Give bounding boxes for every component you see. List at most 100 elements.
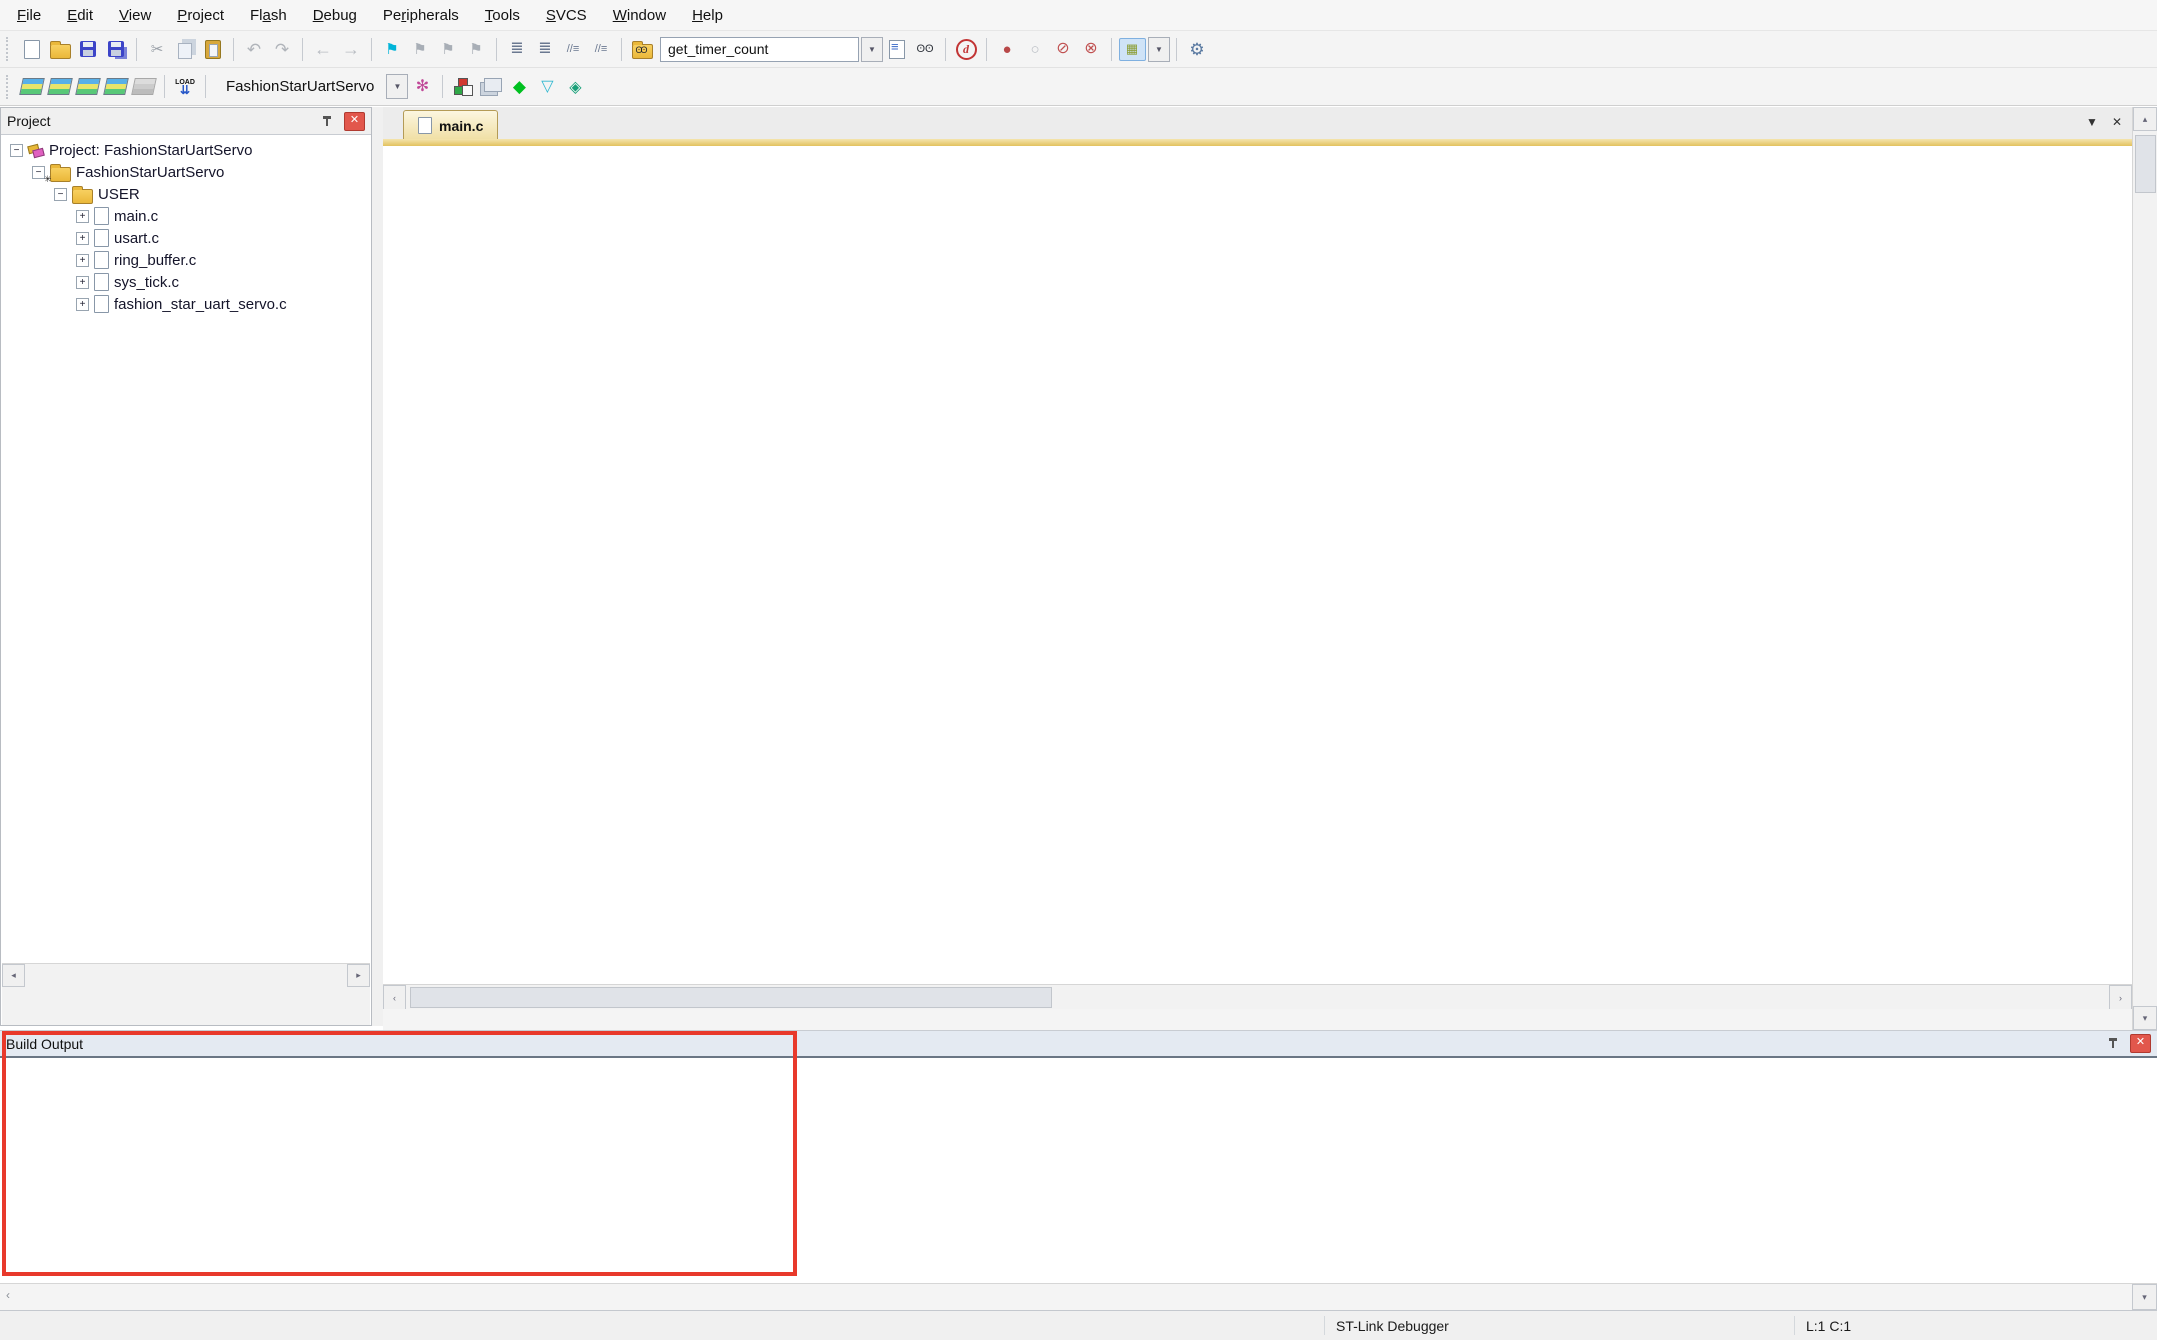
open-file-icon[interactable] bbox=[46, 36, 74, 63]
project-horizontal-scrollbar[interactable]: ◂ ▸ bbox=[2, 963, 370, 987]
clear-bookmarks-icon[interactable]: ⚑ bbox=[462, 36, 490, 63]
enable-disable-breakpoint-icon[interactable]: ○ bbox=[1021, 36, 1049, 63]
pack-installer-icon[interactable] bbox=[561, 73, 589, 100]
toolbar-grip[interactable] bbox=[6, 75, 12, 99]
editor-horizontal-scrollbar[interactable]: ‹ › bbox=[383, 984, 2132, 1010]
menu-help[interactable]: Help bbox=[679, 3, 736, 28]
menu-svcs[interactable]: SVCS bbox=[533, 3, 600, 28]
project-tree[interactable]: −Project: FashionStarUartServo−FashionSt… bbox=[2, 135, 370, 963]
tree-item-usart-c[interactable]: +usart.c bbox=[4, 227, 370, 249]
close-icon[interactable]: ✕ bbox=[2130, 1034, 2151, 1053]
tree-item-fashion-star-uart-servo-c[interactable]: +fashion_star_uart_servo.c bbox=[4, 293, 370, 315]
menu-file[interactable]: File bbox=[4, 3, 54, 28]
kill-all-breakpoints-icon[interactable]: ⊗ bbox=[1077, 36, 1105, 63]
start-stop-debug-icon[interactable] bbox=[952, 36, 980, 63]
manage-windows-icon[interactable] bbox=[477, 73, 505, 100]
manage-project-items-icon[interactable]: ◆ bbox=[505, 73, 533, 100]
collapse-icon[interactable]: − bbox=[54, 188, 67, 201]
pin-icon[interactable] bbox=[321, 115, 334, 128]
toggle-bookmark-icon[interactable]: ⚑ bbox=[378, 36, 406, 63]
redo-icon[interactable]: ↷ bbox=[268, 36, 296, 63]
tree-item-ring-buffer-c[interactable]: +ring_buffer.c bbox=[4, 249, 370, 271]
find-combo-dropdown[interactable]: ▼ bbox=[861, 37, 883, 62]
debug-restore-views-icon[interactable] bbox=[1118, 36, 1146, 63]
scroll-left-icon[interactable]: ◂ bbox=[2, 964, 25, 987]
target-select[interactable]: FashionStarUartServo bbox=[212, 78, 384, 95]
debug-restore-views-dropdown[interactable]: ▼ bbox=[1148, 37, 1170, 62]
scroll-right-icon[interactable]: › bbox=[2109, 985, 2132, 1010]
close-icon[interactable]: ✕ bbox=[344, 112, 365, 131]
disable-all-breakpoints-icon[interactable]: ⊘ bbox=[1049, 36, 1077, 63]
cut-icon[interactable]: ✂ bbox=[143, 36, 171, 63]
build-output-log[interactable] bbox=[0, 1058, 2157, 1283]
undo-icon[interactable]: ↶ bbox=[240, 36, 268, 63]
expand-icon[interactable]: + bbox=[76, 276, 89, 289]
menu-tools[interactable]: Tools bbox=[472, 3, 533, 28]
scroll-down-icon[interactable]: ▾ bbox=[2133, 1006, 2157, 1030]
expand-icon[interactable]: + bbox=[76, 210, 89, 223]
scroll-right-icon[interactable]: ▸ bbox=[347, 964, 370, 987]
select-software-packs-icon[interactable]: ▽ bbox=[533, 73, 561, 100]
comment-selection-icon[interactable]: //≡ bbox=[559, 36, 587, 63]
incremental-find-icon[interactable] bbox=[883, 36, 911, 63]
next-bookmark-icon[interactable]: ⚑ bbox=[434, 36, 462, 63]
tree-item-sys-tick-c[interactable]: +sys_tick.c bbox=[4, 271, 370, 293]
new-file-icon[interactable] bbox=[18, 36, 46, 63]
code-editor[interactable] bbox=[383, 146, 2132, 984]
navigate-forward-icon[interactable]: → bbox=[337, 36, 365, 63]
paste-icon[interactable] bbox=[199, 36, 227, 63]
scroll-left-icon[interactable]: ‹ bbox=[383, 985, 406, 1010]
scrollbar-thumb[interactable] bbox=[2135, 135, 2156, 193]
insert-breakpoint-icon[interactable]: ● bbox=[993, 36, 1021, 63]
menu-view[interactable]: View bbox=[106, 3, 164, 28]
target-select-dropdown[interactable]: ▼ bbox=[386, 74, 408, 99]
find-icon[interactable]: ʘʘ bbox=[911, 36, 939, 63]
tree-item-user[interactable]: −USER bbox=[4, 183, 370, 205]
scroll-down-icon[interactable]: ▾ bbox=[2132, 1284, 2157, 1310]
tree-item-main-c[interactable]: +main.c bbox=[4, 205, 370, 227]
scrollbar-thumb[interactable] bbox=[410, 987, 1052, 1008]
save-all-icon[interactable] bbox=[102, 36, 130, 63]
expand-icon[interactable]: + bbox=[76, 232, 89, 245]
rebuild-all-icon[interactable] bbox=[74, 73, 102, 100]
menu-debug[interactable]: Debug bbox=[300, 3, 370, 28]
tab-main-c[interactable]: main.c bbox=[403, 110, 498, 140]
menu-peripherals[interactable]: Peripherals bbox=[370, 3, 472, 28]
previous-bookmark-icon[interactable]: ⚑ bbox=[406, 36, 434, 63]
menu-flash[interactable]: Flash bbox=[237, 3, 300, 28]
batch-build-icon[interactable] bbox=[102, 73, 130, 100]
build-output-title: Build Output bbox=[6, 1036, 2107, 1052]
collapse-icon[interactable]: − bbox=[10, 144, 23, 157]
tab-close-icon[interactable]: ✕ bbox=[2112, 115, 2122, 129]
manage-rte-icon[interactable] bbox=[449, 73, 477, 100]
options-for-target-icon[interactable]: ✻ bbox=[408, 73, 436, 100]
expand-icon[interactable]: + bbox=[76, 254, 89, 267]
panel-splitter[interactable] bbox=[372, 107, 383, 1026]
menu-project[interactable]: Project bbox=[164, 3, 237, 28]
indent-icon[interactable]: ≣ bbox=[531, 36, 559, 63]
find-in-files-icon[interactable] bbox=[628, 36, 656, 63]
toolbar-grip[interactable] bbox=[6, 37, 12, 61]
build-icon[interactable] bbox=[46, 73, 74, 100]
save-icon[interactable] bbox=[74, 36, 102, 63]
download-to-flash-icon[interactable] bbox=[171, 73, 199, 100]
editor-vertical-scrollbar[interactable]: ▴ ▾ bbox=[2132, 107, 2157, 1030]
configure-target-icon[interactable]: ⚙ bbox=[1183, 36, 1211, 63]
tree-item-project-fashionstaruartservo[interactable]: −Project: FashionStarUartServo bbox=[4, 139, 370, 161]
expand-icon[interactable]: + bbox=[76, 298, 89, 311]
scroll-up-icon[interactable]: ▴ bbox=[2133, 107, 2157, 131]
menu-window[interactable]: Window bbox=[600, 3, 679, 28]
stop-build-icon[interactable] bbox=[130, 73, 158, 100]
pin-icon[interactable] bbox=[2107, 1037, 2120, 1050]
find-text-combo[interactable]: get_timer_count bbox=[660, 37, 859, 62]
bottom-scrollbar-strip[interactable]: ‹ ▾ bbox=[0, 1283, 2157, 1310]
uncomment-selection-icon[interactable]: //≡ bbox=[587, 36, 615, 63]
tab-list-dropdown-icon[interactable]: ▼ bbox=[2086, 115, 2098, 129]
copy-icon[interactable] bbox=[171, 36, 199, 63]
tree-item-fashionstaruartservo[interactable]: −FashionStarUartServo bbox=[4, 161, 370, 183]
navigate-back-icon[interactable]: ← bbox=[309, 36, 337, 63]
scroll-left-icon[interactable]: ‹ bbox=[6, 1288, 10, 1302]
menu-edit[interactable]: Edit bbox=[54, 3, 106, 28]
unindent-icon[interactable]: ≣ bbox=[503, 36, 531, 63]
translate-icon[interactable] bbox=[18, 73, 46, 100]
